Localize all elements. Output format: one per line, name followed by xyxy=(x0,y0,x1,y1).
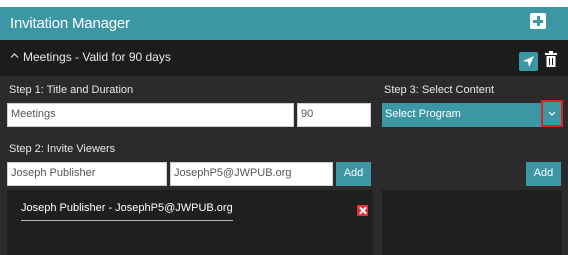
send-button[interactable] xyxy=(519,52,538,71)
trash-icon[interactable] xyxy=(545,51,557,67)
chevron-up-icon[interactable] xyxy=(10,51,19,60)
close-icon[interactable] xyxy=(357,205,368,216)
meeting-section-header[interactable]: Meetings - Valid for 90 days xyxy=(0,40,568,76)
program-select[interactable]: Select Program xyxy=(382,103,542,127)
content-list xyxy=(382,190,562,255)
viewer-list: Joseph Publisher - JosephP5@JWPUB.org xyxy=(7,190,373,255)
viewer-name-input[interactable]: Joseph Publisher xyxy=(7,162,167,186)
viewer-email-input[interactable]: JosephP5@JWPUB.org xyxy=(170,162,333,186)
viewer-entry-text: Joseph Publisher - JosephP5@JWPUB.org xyxy=(21,202,233,214)
app-title: Invitation Manager xyxy=(10,15,130,32)
add-invitation-button[interactable] xyxy=(530,13,546,29)
title-bar: Invitation Manager xyxy=(0,7,568,40)
step3-label: Step 3: Select Content xyxy=(384,84,495,96)
title-input[interactable]: Meetings xyxy=(7,103,294,127)
step2-label: Step 2: Invite Viewers xyxy=(9,143,116,155)
program-dropdown-toggle[interactable] xyxy=(541,100,563,127)
step1-label: Step 1: Title and Duration xyxy=(9,84,134,96)
duration-input[interactable]: 90 xyxy=(297,103,371,127)
add-viewer-button[interactable]: Add xyxy=(336,162,371,186)
divider xyxy=(21,220,233,221)
list-item: Joseph Publisher - JosephP5@JWPUB.org xyxy=(13,198,371,221)
add-content-button[interactable]: Add xyxy=(526,162,561,186)
invitation-manager-window: Invitation Manager Meetings - Valid for … xyxy=(0,7,568,255)
send-icon xyxy=(523,56,534,67)
chevron-down-icon xyxy=(548,111,556,116)
section-title: Meetings - Valid for 90 days xyxy=(23,50,171,64)
